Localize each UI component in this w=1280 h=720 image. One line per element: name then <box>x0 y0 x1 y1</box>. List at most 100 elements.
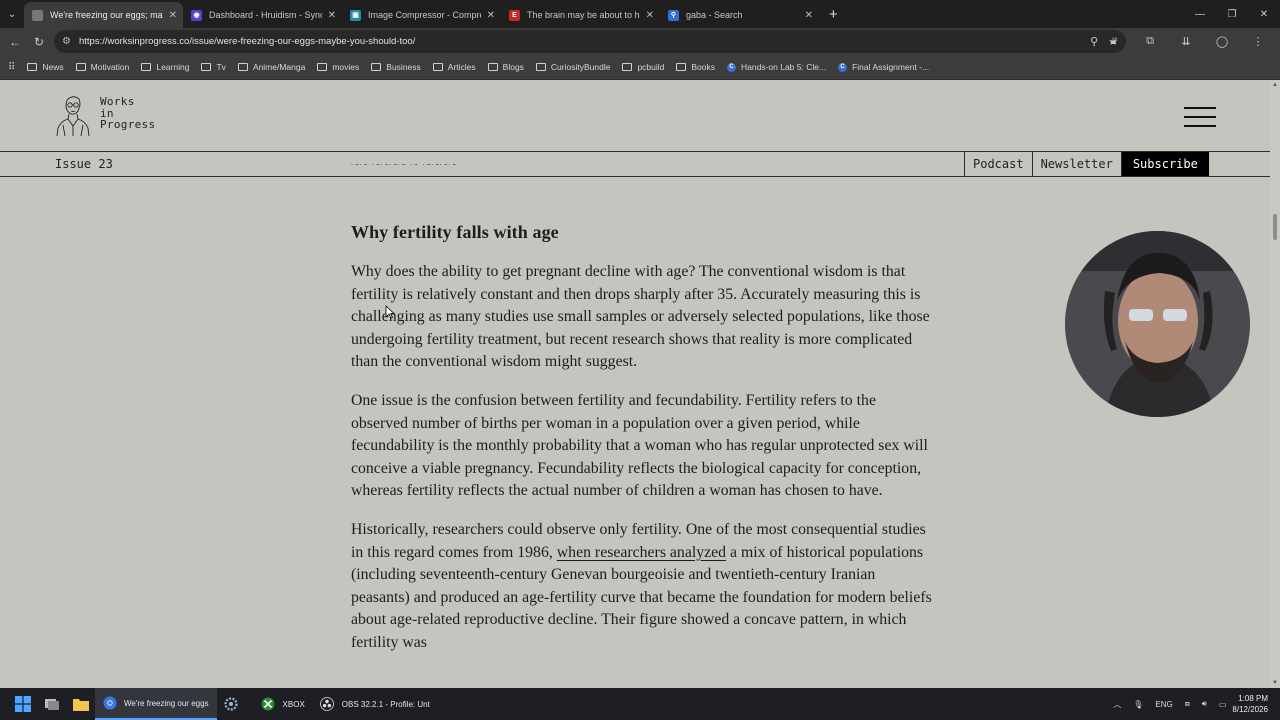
tab-favicon-icon <box>32 9 43 21</box>
bookmark-folder[interactable]: News <box>27 62 64 72</box>
bookmark-folder[interactable]: Motivation <box>75 62 129 72</box>
folder-icon <box>201 63 212 71</box>
tab-favicon-icon: ▣ <box>350 9 361 21</box>
page-scrollbar[interactable]: ▲ ▼ <box>1270 80 1280 688</box>
windows-taskbar: We're freezing our eggs XBOX OBS 32.2.1 - … <box>0 688 1280 720</box>
microphone-icon[interactable]: 🎙︎ <box>1133 700 1143 709</box>
tab-close-icon[interactable]: ✕ <box>169 10 177 21</box>
system-tray: ︿ 🎙︎ ENG ⧈ 🔊︎ ▭ 1:08 PM 8/12/2026 <box>1107 688 1280 720</box>
site-info-icon[interactable]: ⚙ <box>62 36 71 47</box>
tab-search-button[interactable]: ⌄ <box>0 0 24 28</box>
bookmark-label: Books <box>691 62 716 72</box>
webcam-overlay <box>1065 231 1250 417</box>
logo-portrait-icon[interactable] <box>55 92 91 136</box>
clipped-previous-line: ~~ ~~~~ ~ ~~~~ <box>351 164 491 172</box>
scroll-thumb[interactable] <box>1273 214 1277 240</box>
taskbar-app[interactable] <box>217 688 254 720</box>
volume-icon[interactable]: 🔊︎ <box>1202 699 1207 709</box>
zoom-icon[interactable]: ⚲ <box>1090 35 1098 48</box>
hamburger-menu-icon[interactable] <box>1184 107 1216 127</box>
tab-close-icon[interactable]: ✕ <box>487 10 495 21</box>
browser-tab[interactable]: ⚲ gaba - Search ✕ <box>660 2 819 28</box>
taskbar-app[interactable]: We're freezing our eggs <box>95 688 217 720</box>
bookmark-folder[interactable]: Learning <box>141 62 189 72</box>
scroll-up-icon[interactable]: ▲ <box>1271 82 1279 88</box>
address-bar[interactable]: ⚙ https://worksinprogress.co/issue/were-… <box>54 30 1126 53</box>
bookmark-link[interactable]: C Hands-on Lab 5: Cle... <box>727 62 826 72</box>
paragraph: Historically, researchers could observe … <box>351 519 936 655</box>
start-icon[interactable] <box>8 688 37 720</box>
new-tab-button[interactable]: + <box>829 6 838 23</box>
bookmark-folder[interactable]: pcbuild <box>622 62 664 72</box>
browser-menu-icon[interactable]: ⋮ <box>1242 35 1274 48</box>
site-header: Works in Progress <box>0 80 1270 152</box>
browser-tab[interactable]: ◉ Dashboard - Hruidism - Synche ✕ <box>183 2 342 28</box>
bookmark-link[interactable]: C Final Assignment -... <box>838 62 929 72</box>
bookmark-folder[interactable]: Articles <box>432 62 476 72</box>
bookmark-folder[interactable]: Books <box>676 62 715 72</box>
minimize-button[interactable]: — <box>1184 0 1216 28</box>
clock[interactable]: 1:08 PM 8/12/2026 <box>1232 693 1268 715</box>
taskbar-app[interactable]: OBS 32.2.1 - Profile: Unt <box>313 688 438 720</box>
taskbar-app-label: We're freezing our eggs <box>124 698 209 708</box>
bookmark-label: Tv <box>216 62 226 72</box>
site-favicon-icon: C <box>727 62 737 72</box>
apps-grid-icon[interactable]: ⠿ <box>8 62 15 73</box>
folder-icon <box>622 63 633 71</box>
tab-close-icon[interactable]: ✕ <box>646 10 654 21</box>
bookmark-label: Hands-on Lab 5: Cle... <box>741 62 827 72</box>
tab-favicon-icon: E <box>509 9 520 21</box>
study-link[interactable]: when researchers analyzed <box>557 544 726 561</box>
bookmark-label: movies <box>332 62 360 72</box>
folder-icon <box>237 63 248 71</box>
extension-lock-icon[interactable]: 🔓︎ <box>1098 35 1130 48</box>
profile-icon[interactable]: ◯ <box>1206 35 1238 48</box>
bookmark-folder[interactable]: Business <box>371 62 421 72</box>
scroll-down-icon[interactable]: ▼ <box>1271 680 1279 686</box>
site-logo-text[interactable]: Works in Progress <box>100 96 155 131</box>
browser-tab[interactable]: E The brain may be about to hav ✕ <box>501 2 660 28</box>
bookmarks-bar: ⠿ News Motivation Learning Tv Anime/Manga mov… <box>0 55 1280 80</box>
downloads-icon[interactable]: ⇊ <box>1170 35 1202 48</box>
browser-tab[interactable]: ▣ Image Compressor - Compress ✕ <box>342 2 501 28</box>
bookmark-folder[interactable]: movies <box>317 62 359 72</box>
bookmark-folder[interactable]: CuriosityBundle <box>535 62 610 72</box>
taskbar-app[interactable]: XBOX <box>254 688 313 720</box>
tab-title: Dashboard - Hruidism - Synche <box>209 10 322 20</box>
task-view-icon[interactable] <box>37 688 66 720</box>
issue-nav: Podcast Newsletter Subscribe <box>964 152 1209 176</box>
url-text: https://worksinprogress.co/issue/were-fr… <box>78 36 416 47</box>
clock-date: 8/12/2026 <box>1232 705 1268 714</box>
podcast-link[interactable]: Podcast <box>964 152 1032 176</box>
back-button[interactable]: ← <box>3 30 27 54</box>
network-icon[interactable]: ⧈ <box>1185 699 1190 709</box>
folder-icon <box>75 63 86 71</box>
logo-line: Works <box>100 95 135 108</box>
tray-overflow-icon[interactable]: ︿ <box>1113 699 1121 710</box>
browser-tab[interactable]: We're freezing our eggs; maybe ✕ <box>24 2 183 28</box>
restore-button[interactable]: ❐ <box>1216 0 1248 28</box>
folder-icon <box>371 63 382 71</box>
window-controls: — ❐ ✕ <box>1184 0 1280 28</box>
bookmark-label: Business <box>386 62 421 72</box>
close-window-button[interactable]: ✕ <box>1248 0 1280 28</box>
newsletter-link[interactable]: Newsletter <box>1031 152 1121 176</box>
reload-button[interactable]: ↻ <box>27 30 51 54</box>
subscribe-button[interactable]: Subscribe <box>1120 152 1209 176</box>
section-heading: Why fertility falls with age <box>351 222 559 242</box>
bookmark-folder[interactable]: Anime/Manga <box>237 62 306 72</box>
file-explorer-icon[interactable] <box>66 688 95 720</box>
extensions-icon[interactable]: ⧉ <box>1134 35 1166 48</box>
issue-label[interactable]: Issue 23 <box>55 157 113 171</box>
language-indicator[interactable]: ENG <box>1155 700 1172 709</box>
folder-icon <box>317 63 328 71</box>
tab-close-icon[interactable]: ✕ <box>328 10 336 21</box>
bookmark-folder[interactable]: Tv <box>201 62 226 72</box>
bookmark-label: Anime/Manga <box>252 62 306 72</box>
paragraph: Why does the ability to get pregnant dec… <box>351 263 930 371</box>
web-page: Works in Progress Issue 23 Podcast Newsl… <box>0 80 1270 688</box>
bookmark-folder[interactable]: Blogs <box>487 62 524 72</box>
battery-icon[interactable]: ▭ <box>1219 700 1227 709</box>
bookmark-label: News <box>42 62 64 72</box>
tab-close-icon[interactable]: ✕ <box>805 10 813 21</box>
